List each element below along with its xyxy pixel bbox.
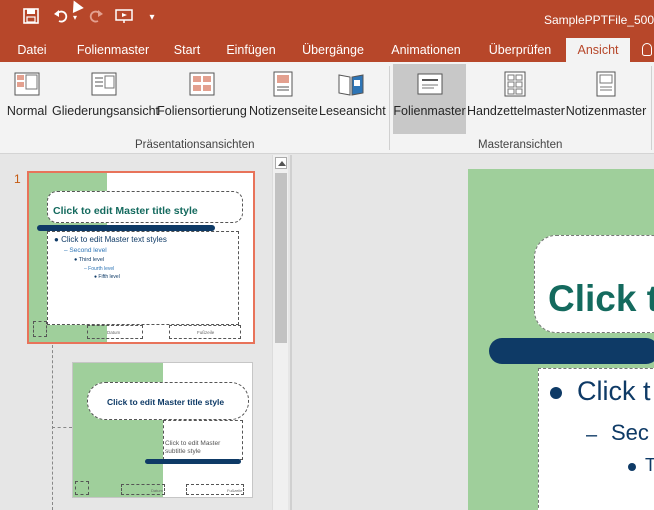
slide-accent-bar bbox=[489, 338, 654, 364]
thumbnail-footer-text: Fußzeile bbox=[227, 488, 243, 493]
slide-master-label: Folienmaster bbox=[393, 104, 466, 118]
normal-view-button[interactable]: Normal bbox=[4, 64, 50, 134]
slide-sorter-label: Foliensortierung bbox=[157, 104, 247, 118]
reading-view-button[interactable]: Leseansicht bbox=[319, 64, 386, 134]
slide-number: 1 bbox=[14, 172, 21, 186]
slide-master-button[interactable]: Folienmaster bbox=[393, 64, 466, 134]
slide-dash-level-2: – bbox=[586, 424, 598, 446]
slide-sorter-button[interactable]: Foliensortierung bbox=[157, 64, 247, 134]
notes-page-icon bbox=[273, 71, 293, 97]
slide-bullet-level-3 bbox=[628, 463, 636, 471]
notes-page-label: Notizenseite bbox=[249, 104, 318, 118]
slide-master-icon bbox=[417, 73, 442, 95]
thumbnail-scrollbar[interactable] bbox=[272, 155, 288, 510]
thumbnail-date-text: Datum bbox=[107, 330, 121, 335]
slide-text-level-2: Sec bbox=[611, 420, 649, 445]
present-from-start-icon[interactable] bbox=[114, 8, 134, 30]
thumbnail-accent-bar bbox=[145, 459, 241, 464]
outline-view-button[interactable]: Gliederungsansicht bbox=[52, 64, 160, 134]
notes-page-button[interactable]: Notizenseite bbox=[249, 64, 318, 134]
slide-bullet-level-1 bbox=[550, 387, 562, 399]
slide-text-level-3: T bbox=[645, 455, 654, 475]
tab-start[interactable]: Start bbox=[164, 38, 210, 62]
thumbnail-text-placeholder bbox=[47, 231, 239, 325]
thumbnail-text-level-4: – Fourth level bbox=[84, 266, 115, 272]
notes-master-label: Notizenmaster bbox=[565, 104, 647, 118]
notes-master-icon bbox=[596, 71, 616, 97]
slide-sorter-icon bbox=[189, 72, 215, 96]
thumbnail-subtitle-text: Click to edit Master subtitle style bbox=[165, 440, 221, 455]
group-label-presentation-views: Präsentationsansichten bbox=[135, 139, 255, 151]
customize-quick-access-icon[interactable]: ▾ bbox=[146, 8, 158, 28]
thumbnail-title-text: Click to edit Master title style bbox=[53, 205, 198, 217]
tab-datei[interactable]: Datei bbox=[4, 38, 60, 62]
redo-icon[interactable] bbox=[87, 8, 105, 30]
thumbnail-text-level-5: ● Fifth level bbox=[94, 274, 120, 280]
ribbon: Normal Gliederungsansicht Foliensortieru… bbox=[0, 62, 654, 154]
tab-animationen[interactable]: Animationen bbox=[384, 38, 468, 62]
normal-view-icon bbox=[14, 72, 40, 96]
scroll-up-icon[interactable] bbox=[275, 157, 287, 169]
thumbnail-logo-placeholder bbox=[33, 321, 47, 337]
save-icon[interactable] bbox=[21, 8, 41, 30]
tab-einfuegen[interactable]: Einfügen bbox=[220, 38, 282, 62]
reading-view-label: Leseansicht bbox=[319, 104, 386, 118]
tab-ansicht[interactable]: Ansicht bbox=[566, 38, 630, 62]
notes-master-button[interactable]: Notizenmaster bbox=[565, 64, 647, 134]
slide-text-level-1: Click t bbox=[577, 376, 651, 406]
normal-view-label: Normal bbox=[6, 104, 48, 118]
handout-master-icon bbox=[504, 71, 526, 97]
thumbnail-text-level-1: ● Click to edit Master text styles bbox=[54, 235, 167, 244]
tab-ueberpruefen[interactable]: Überprüfen bbox=[480, 38, 560, 62]
tab-uebergaenge[interactable]: Übergänge bbox=[294, 38, 372, 62]
thumbnail-date-text: Datum bbox=[151, 488, 163, 493]
title-bar: ▾ ▾ SamplePPTFile_500 bbox=[0, 0, 654, 38]
thumbnail-footer-text: Fußzeile bbox=[197, 330, 215, 335]
title-layout-thumbnail[interactable]: Click to edit Master title style Click t… bbox=[72, 362, 253, 498]
document-title: SamplePPTFile_500 bbox=[543, 13, 654, 27]
lightbulb-icon[interactable] bbox=[642, 43, 652, 56]
outline-view-icon bbox=[91, 72, 117, 96]
outline-view-label: Gliederungsansicht bbox=[52, 104, 160, 118]
group-label-master-views: Masteransichten bbox=[478, 139, 563, 151]
reading-view-icon bbox=[338, 74, 364, 96]
group-separator bbox=[651, 66, 652, 150]
thumbnail-logo-placeholder bbox=[75, 481, 89, 495]
undo-icon[interactable] bbox=[52, 8, 70, 30]
slide-master-thumbnail[interactable]: Click to edit Master title style ● Click… bbox=[27, 171, 255, 344]
scrollbar-thumb[interactable] bbox=[275, 173, 287, 343]
thumbnail-pane: 1 Click to edit Master title style ● Cli… bbox=[0, 155, 290, 510]
tab-folienmaster[interactable]: Folienmaster bbox=[70, 38, 156, 62]
handout-master-label: Handzettelmaster bbox=[467, 104, 565, 118]
slide-title-text: Click t bbox=[548, 278, 654, 319]
group-separator bbox=[389, 66, 390, 150]
thumbnail-title-text: Click to edit Master title style bbox=[107, 397, 225, 407]
ribbon-tab-bar: Datei Folienmaster Start Einfügen Übergä… bbox=[0, 38, 654, 62]
handout-master-button[interactable]: Handzettelmaster bbox=[467, 64, 565, 134]
thumbnail-text-level-2: – Second level bbox=[64, 247, 107, 254]
layout-tree-connector bbox=[52, 427, 72, 428]
thumbnail-text-level-3: ● Third level bbox=[74, 257, 105, 263]
pane-divider[interactable] bbox=[290, 155, 292, 510]
